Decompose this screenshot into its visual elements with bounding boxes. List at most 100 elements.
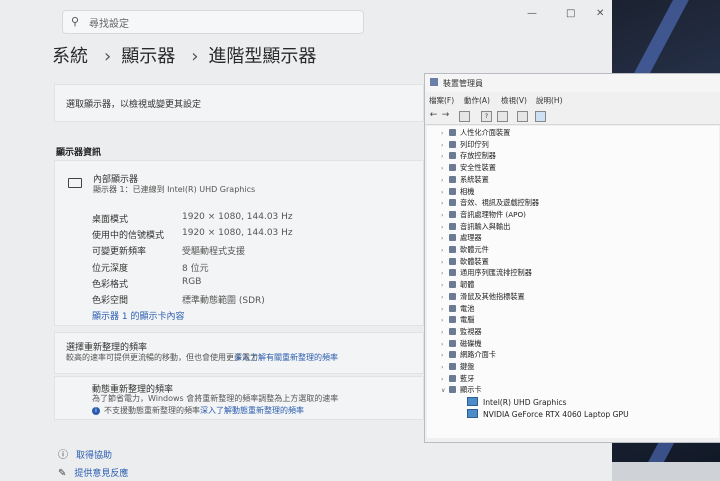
display-adapter-item[interactable]: Intel(R) UHD Graphics [467,397,567,407]
chevron-right-icon: › [104,46,112,67]
device-category[interactable]: › 電腦 [441,315,474,326]
device-category-label: 電池 [460,303,475,313]
device-category[interactable]: › 音訊輸入與輸出 [441,222,510,233]
chevron-right-icon[interactable]: › [441,153,449,160]
device-category-label: 通用序列匯流排控制器 [460,268,532,278]
menu-file[interactable]: 檔案(F) [429,95,454,106]
device-category[interactable]: › 音效、視訊及遊戲控制器 [441,198,539,209]
refresh-rate-learn-link[interactable]: 深入了解有關重新整理的頻率 [234,352,338,363]
chevron-right-icon[interactable]: › [441,259,449,266]
device-category-icon [449,351,456,359]
device-category[interactable]: › 監視器 [441,327,482,338]
device-category[interactable]: › 列印佇列 [441,140,489,151]
info-value-bit-depth: 8 位元 [182,264,209,274]
device-category[interactable]: ∨ 顯示卡 [441,385,482,396]
device-category[interactable]: › 軟體裝置 [441,257,489,268]
info-value-color-format: RGB [182,277,202,287]
device-category-icon [449,269,456,277]
chevron-right-icon[interactable]: › [441,282,449,289]
chevron-right-icon[interactable]: › [441,364,449,371]
device-category[interactable]: › 電池 [441,304,474,315]
chevron-down-icon[interactable]: ∨ [441,387,449,394]
device-category-icon [449,140,456,148]
device-category[interactable]: › 通用序列匯流排控制器 [441,268,532,279]
chevron-right-icon[interactable]: › [441,235,449,242]
get-help-link[interactable]: ⓘ 取得協助 [58,446,112,461]
device-category[interactable]: › 相機 [441,187,474,198]
device-category[interactable]: › 軟體元件 [441,245,489,256]
device-manager-titlebar[interactable]: 裝置管理員 [425,74,720,92]
chevron-right-icon[interactable]: › [441,270,449,277]
info-label-vrr: 可變更新頻率 [92,247,147,257]
device-category-label: 安全性裝置 [460,163,496,173]
chevron-right-icon[interactable]: › [441,294,449,301]
maximize-icon[interactable]: □ [566,8,575,19]
chevron-right-icon[interactable]: › [441,376,449,383]
device-category[interactable]: › 人性化介面裝置 [441,128,510,139]
device-category-label: 處理器 [460,233,482,243]
breadcrumb-display[interactable]: 顯示器 [121,46,175,67]
device-category-icon [449,363,456,370]
dynamic-refresh-desc: 為了節省電力，Windows 會將重新整理的頻率調整為上方選取的速率 [92,394,339,403]
adapter-properties-link[interactable]: 顯示器 1 的顯示卡內容 [92,309,184,322]
chevron-right-icon[interactable]: › [441,177,449,184]
dynamic-refresh-learn-link[interactable]: 深入了解動態重新整理的頻率 [200,405,304,416]
update-driver-icon[interactable] [497,111,508,122]
page-title: 進階型顯示器 [208,46,317,67]
chevron-right-icon[interactable]: › [441,352,449,359]
device-category-label: 存放控制器 [460,151,496,161]
device-category[interactable]: › 藍牙 [441,374,474,385]
chevron-right-icon[interactable]: › [441,212,449,219]
display-adapter-item[interactable]: NVIDIA GeForce RTX 4060 Laptop GPU [467,409,629,419]
search-input[interactable]: ⚲ 尋找設定 [62,10,364,34]
device-category-icon [449,304,456,312]
toolbar: ← → ? [425,108,720,125]
info-icon: i [92,406,100,415]
dynamic-refresh-note-text: 不支援動態重新整理的頻率 [104,406,200,415]
chevron-right-icon[interactable]: › [441,247,449,254]
chevron-right-icon[interactable]: › [441,142,449,149]
device-category[interactable]: › 存放控制器 [441,151,496,162]
device-category-label: 藍牙 [460,373,475,383]
device-category[interactable]: › 系統裝置 [441,175,489,186]
device-category[interactable]: › 滑鼠及其他指標裝置 [441,292,525,303]
device-tree: › 人性化介面裝置 › 列印佇列 › 存放控制器 › 安全性裝置 › 系統裝置 › 相機 › 音效、視訊及… [427,126,719,438]
device-category-icon [449,234,456,242]
device-category-icon [449,257,456,265]
breadcrumb-system[interactable]: 系統 [52,46,88,67]
device-category-label: 音訊輸入與輸出 [460,221,511,231]
chevron-right-icon[interactable]: › [441,224,449,231]
help-icon[interactable]: ? [481,111,492,122]
chevron-right-icon[interactable]: › [441,200,449,207]
device-category[interactable]: › 安全性裝置 [441,163,496,174]
properties-icon[interactable] [459,111,470,122]
chevron-right-icon[interactable]: › [441,341,449,348]
menu-action[interactable]: 動作(A) [464,95,490,106]
chevron-right-icon[interactable]: › [441,317,449,324]
device-category-icon [449,210,456,218]
device-category-label: 人性化介面裝置 [460,128,511,137]
device-category[interactable]: › 網路介面卡 [441,350,496,361]
menu-view[interactable]: 檢視(V) [501,95,527,106]
forward-arrow-icon[interactable]: → [441,111,450,120]
device-category-label: 監視器 [460,326,482,336]
device-category[interactable]: › 鍵盤 [441,362,474,373]
chevron-right-icon[interactable]: › [441,165,449,172]
chevron-right-icon[interactable]: › [441,306,449,313]
monitor-icon[interactable] [535,111,546,122]
scan-hardware-icon[interactable] [517,111,528,122]
chevron-right-icon[interactable]: › [441,130,449,137]
menu-help[interactable]: 說明(H) [536,95,563,106]
close-icon[interactable]: ✕ [596,8,604,19]
help-icon: ⓘ [58,450,68,461]
device-category[interactable]: › 音訊處理物件 (APO) [441,210,526,221]
feedback-link[interactable]: ✎ 提供意見反應 [58,466,128,479]
chevron-right-icon[interactable]: › [441,189,449,196]
back-arrow-icon[interactable]: ← [429,111,438,120]
device-category-label: 軟體裝置 [460,256,489,266]
device-category[interactable]: › 磁碟機 [441,339,482,350]
device-category[interactable]: › 處理器 [441,233,482,244]
device-category[interactable]: › 韌體 [441,280,474,291]
chevron-right-icon[interactable]: › [441,329,449,336]
minimize-icon[interactable]: — [527,8,537,19]
